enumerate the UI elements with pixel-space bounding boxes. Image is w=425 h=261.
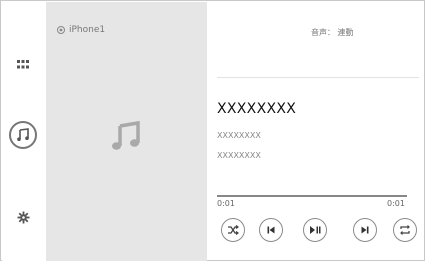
audio-setting-label[interactable]: 音声： 連動 (311, 27, 354, 38)
progress-bar[interactable] (217, 195, 407, 197)
repeat-button[interactable] (393, 218, 417, 242)
next-button[interactable] (353, 218, 377, 242)
play-pause-icon (310, 226, 321, 234)
shuffle-button[interactable] (221, 218, 245, 242)
source-name: iPhone1 (69, 25, 106, 35)
track-title: XXXXXXXX (217, 101, 297, 117)
source-panel[interactable]: iPhone1 (46, 2, 207, 261)
audio-screen: iPhone1 音声： 連動 XXXXXXXX XXXXXXXX XXXXXXX… (0, 0, 425, 261)
time-elapsed: 0:01 (217, 199, 235, 208)
time-total: 0:01 (387, 199, 405, 208)
apps-grid-icon[interactable] (17, 54, 29, 69)
gear-icon[interactable] (17, 209, 30, 224)
album-art-placeholder (109, 119, 143, 153)
music-note-icon (17, 128, 29, 141)
left-rail (2, 2, 46, 261)
previous-button[interactable] (259, 218, 283, 242)
track-album: XXXXXXXX (217, 151, 261, 160)
audio-source-button[interactable] (9, 121, 37, 149)
music-note-icon (112, 120, 140, 150)
source-indicator: iPhone1 (57, 25, 105, 35)
play-pause-button[interactable] (303, 218, 327, 242)
shuffle-icon (228, 225, 239, 235)
divider (217, 77, 419, 78)
track-artist: XXXXXXXX (217, 131, 261, 140)
previous-track-icon (267, 226, 275, 234)
source-radio-icon (57, 26, 65, 34)
repeat-icon (400, 225, 410, 235)
next-track-icon (361, 226, 369, 234)
